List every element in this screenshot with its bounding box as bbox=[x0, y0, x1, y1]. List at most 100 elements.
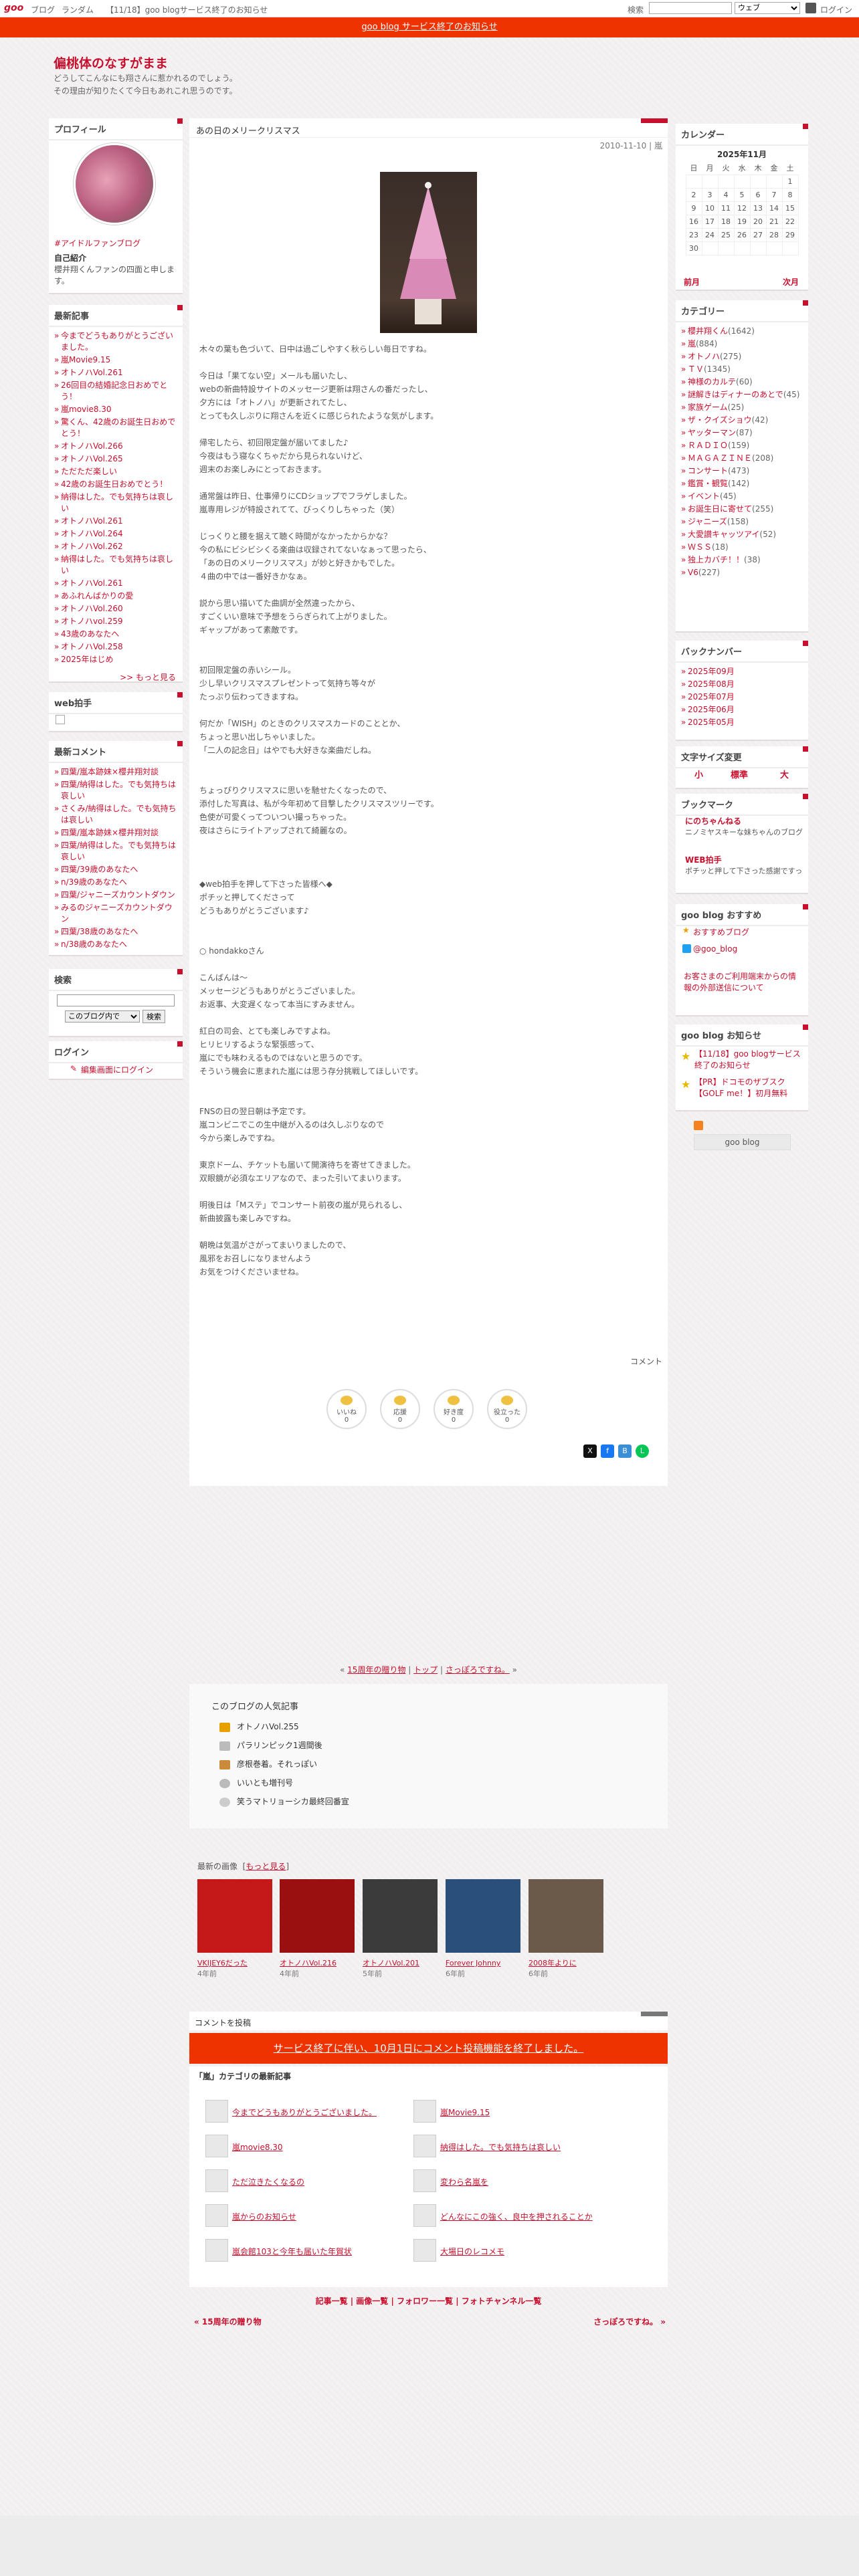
facebook-share-icon[interactable]: f bbox=[601, 1444, 614, 1458]
reaction-button[interactable]: いいね 0 bbox=[326, 1389, 367, 1429]
recent-comment-item[interactable]: n/38歳のあなたへ bbox=[54, 938, 177, 951]
latest-post-link[interactable]: 嵐会館103と今年も届いた年賀状 bbox=[205, 2239, 352, 2262]
login-icon[interactable] bbox=[805, 3, 816, 13]
category-item[interactable]: ＷＳＳ(18) bbox=[681, 541, 803, 554]
topbar-link-random[interactable]: ランダム bbox=[62, 4, 94, 15]
recent-post-item[interactable]: オトノハVol.261 bbox=[54, 577, 177, 590]
category-item[interactable]: ヤッターマン(87) bbox=[681, 427, 803, 439]
backnumber-item[interactable]: 2025年07月 bbox=[681, 691, 803, 704]
popular-item[interactable]: 彦根巻着。それっぽい bbox=[219, 1758, 317, 1769]
backnumber-item[interactable]: 2025年06月 bbox=[681, 704, 803, 716]
pager-prev[interactable]: 15周年の贈り物 bbox=[347, 1665, 405, 1675]
recent-post-item[interactable]: オトノハVol.264 bbox=[54, 528, 177, 540]
recent-comment-item[interactable]: 四葉/ジャニーズカウントダウン bbox=[54, 889, 177, 901]
image-thumbnail[interactable] bbox=[529, 1879, 603, 1953]
recent-post-item[interactable]: オトノハVol.260 bbox=[54, 603, 177, 615]
recent-post-item[interactable]: 26回目の結婚記念日おめでとう！ bbox=[54, 379, 177, 403]
x-share-icon[interactable]: X bbox=[583, 1444, 597, 1458]
recent-post-item[interactable]: オトノハVol.265 bbox=[54, 453, 177, 465]
blog-search-input[interactable] bbox=[57, 994, 175, 1006]
recent-comment-item[interactable]: 四葉/39歳のあなたへ bbox=[54, 863, 177, 876]
recent-more-link[interactable]: >> もっと見る bbox=[49, 670, 183, 688]
recent-comment-item[interactable]: n/39歳のあなたへ bbox=[54, 876, 177, 889]
topbar-link-notice[interactable]: 【11/18】goo blogサービス終了のお知らせ bbox=[106, 4, 268, 15]
recent-comment-item[interactable]: さくみ/納得はした。でも気持ちは哀しい bbox=[54, 802, 177, 827]
notice-link[interactable]: goo blog サービス終了のお知らせ bbox=[361, 22, 497, 32]
image-thumbnail[interactable] bbox=[280, 1879, 355, 1953]
comment-closed-link[interactable]: サービス終了に伴い、10月1日にコメント投稿機能を終了しました。 bbox=[274, 2042, 584, 2054]
topbar-search-input[interactable] bbox=[649, 2, 732, 14]
category-item[interactable]: V6(227) bbox=[681, 566, 803, 579]
topbar-link-blog[interactable]: ブログ bbox=[31, 4, 55, 15]
recent-post-item[interactable]: 今までどうもありがとうございました。 bbox=[54, 330, 177, 354]
latest-post-link[interactable]: どんなにこの強く、良中を押されることか bbox=[413, 2204, 593, 2227]
latest-post-link[interactable]: 嵐Movie9.15 bbox=[413, 2100, 490, 2123]
recent-comment-item[interactable]: みるのジャニーズカウントダウン bbox=[54, 901, 177, 926]
recent-post-item[interactable]: 納得はした。でも気持ちは哀しい bbox=[54, 491, 177, 515]
image-thumbnail[interactable] bbox=[363, 1879, 438, 1953]
latest-post-link[interactable]: 大場日のレコメモ bbox=[413, 2239, 504, 2262]
recent-comment-item[interactable]: 四葉/納得はした。でも気持ちは哀しい bbox=[54, 778, 177, 802]
entry-title[interactable]: あの日のメリークリスマス bbox=[196, 124, 300, 136]
image-title[interactable]: オトノハVol.201 bbox=[363, 1958, 419, 1969]
recent-post-item[interactable]: オトノハVol.261 bbox=[54, 515, 177, 528]
category-item[interactable]: オトノハ(275) bbox=[681, 350, 803, 363]
pager-top[interactable]: トップ bbox=[413, 1665, 438, 1675]
recent-post-item[interactable]: オトノハVol.258 bbox=[54, 641, 177, 653]
category-item[interactable]: ＴＶ(1345) bbox=[681, 363, 803, 376]
category-item[interactable]: お誕生日に寄せて(255) bbox=[681, 503, 803, 516]
christmas-tree-photo[interactable] bbox=[380, 172, 477, 333]
backnumber-item[interactable]: 2025年08月 bbox=[681, 678, 803, 691]
category-item[interactable]: 嵐(884) bbox=[681, 338, 803, 350]
fontsize-large[interactable]: 大 bbox=[780, 768, 789, 780]
category-item[interactable]: イベント(45) bbox=[681, 490, 803, 503]
latest-post-link[interactable]: 今までどうもありがとうございました。 bbox=[205, 2100, 377, 2123]
category-item[interactable]: 神様のカルテ(60) bbox=[681, 376, 803, 389]
image-title[interactable]: 2008年よりに bbox=[529, 1958, 577, 1969]
reaction-button[interactable]: 好き度 0 bbox=[434, 1389, 474, 1429]
reaction-button[interactable]: 役立った 0 bbox=[487, 1389, 527, 1429]
recent-post-item[interactable]: 42歳のお誕生日おめでとう！ bbox=[54, 478, 177, 491]
recent-post-item[interactable]: あふれんばかりの愛 bbox=[54, 590, 177, 603]
recent-comment-item[interactable]: 四葉/納得はした。でも気持ちは哀しい bbox=[54, 839, 177, 863]
image-title[interactable]: Forever Johnny bbox=[446, 1958, 500, 1969]
news-item-2[interactable]: 【PR】ドコモのザブスク【GOLF me！】初月無料 bbox=[694, 1077, 804, 1099]
topbar-login[interactable]: ログイン bbox=[820, 4, 852, 15]
category-item[interactable]: 大愛讃キャッツアイ(52) bbox=[681, 528, 803, 541]
hatena-share-icon[interactable]: B bbox=[618, 1444, 632, 1458]
footer-prev[interactable]: « 15周年の贈り物 bbox=[194, 2316, 262, 2327]
recent-comment-item[interactable]: 四葉/嵐本跡妹×櫻井翔対談 bbox=[54, 827, 177, 839]
recent-post-item[interactable]: 嵐Movie9.15 bbox=[54, 354, 177, 366]
bookmark-1-title[interactable]: にのちゃんねる bbox=[685, 815, 741, 827]
recent-post-item[interactable]: オトノハvol.259 bbox=[54, 615, 177, 628]
blog-search-scope[interactable]: このブログ内で bbox=[65, 1010, 140, 1023]
footer-links[interactable]: 記事一覧 | 画像一覧 | フォロワー一覧 | フォトチャンネル一覧 bbox=[189, 2295, 668, 2306]
category-item[interactable]: 家族ゲーム(25) bbox=[681, 401, 803, 414]
backnumber-item[interactable]: 2025年09月 bbox=[681, 665, 803, 678]
category-item[interactable]: 櫻井翔くん(1642) bbox=[681, 325, 803, 338]
recent-post-item[interactable]: オトノハVol.261 bbox=[54, 366, 177, 379]
recent-post-item[interactable]: 驚くん、42歳のお誕生日おめでとう！ bbox=[54, 416, 177, 440]
image-thumbnail[interactable] bbox=[197, 1879, 272, 1953]
recent-post-item[interactable]: オトノハVol.262 bbox=[54, 540, 177, 553]
latest-post-link[interactable]: 納得はした。でも気持ちは哀しい bbox=[413, 2135, 561, 2157]
image-thumbnail[interactable] bbox=[446, 1879, 520, 1953]
blog-title[interactable]: 偏桃体のなすがまま bbox=[54, 53, 168, 72]
calendar-prev[interactable]: 前月 bbox=[684, 276, 700, 288]
recent-post-item[interactable]: ただただ楽しい bbox=[54, 465, 177, 478]
login-link[interactable]: 編集画面にログイン bbox=[81, 1064, 153, 1075]
recent-comment-item[interactable]: 四葉/嵐本跡妹×櫻井翔対談 bbox=[54, 766, 177, 778]
calendar-next[interactable]: 次月 bbox=[783, 276, 799, 288]
popular-item[interactable]: 笑うマトリョーシカ最終回番宣 bbox=[219, 1796, 349, 1807]
image-title[interactable]: VKIJEY6だった bbox=[197, 1958, 248, 1969]
comment-count-link[interactable]: コメント bbox=[630, 1356, 662, 1367]
category-item[interactable]: 独上カバチ！！(38) bbox=[681, 554, 803, 566]
recent-comment-item[interactable]: 四葉/38歳のあなたへ bbox=[54, 926, 177, 938]
pager-next[interactable]: さっぽろですね。 bbox=[446, 1665, 510, 1675]
category-item[interactable]: ザ・クイズショウ(42) bbox=[681, 414, 803, 427]
popular-item[interactable]: オトノハVol.255 bbox=[219, 1721, 299, 1732]
bookmark-2-title[interactable]: WEB拍手 bbox=[685, 854, 722, 865]
recent-post-item[interactable]: 嵐movie8.30 bbox=[54, 403, 177, 416]
line-share-icon[interactable]: L bbox=[636, 1444, 649, 1458]
recent-post-item[interactable]: 納得はした。でも気持ちは哀しい bbox=[54, 553, 177, 577]
